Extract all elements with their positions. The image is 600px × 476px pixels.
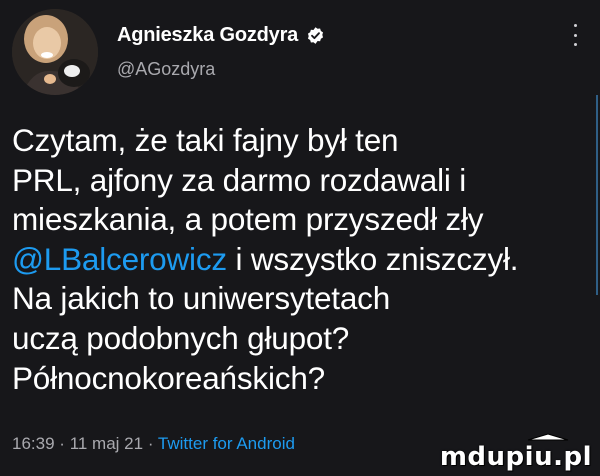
watermark-logo: mdupiu.pl: [439, 442, 592, 472]
author-display-name[interactable]: Agnieszka Gozdyra: [117, 24, 298, 47]
scrollbar[interactable]: [596, 95, 598, 295]
tweet-client-link[interactable]: Twitter for Android: [158, 434, 295, 453]
meta-separator: ·: [59, 434, 65, 453]
tweet-line: Północnokoreańskich?: [12, 359, 325, 396]
more-vertical-icon[interactable]: [572, 24, 578, 46]
avatar-photo: [12, 9, 98, 95]
tweet-line: mieszkania, a potem przyszedł zły: [12, 201, 484, 238]
tweet-date[interactable]: 11 maj 21: [70, 434, 143, 453]
tweet-line-text: i wszystko zniszczył.: [226, 240, 519, 277]
tweet-line: Na jakich to uniwersytetach: [12, 280, 391, 317]
author-handle[interactable]: @AGozdyra: [117, 59, 215, 80]
mention-link[interactable]: @LBalcerowicz: [12, 241, 227, 277]
avatar[interactable]: [12, 9, 98, 95]
meta-separator: ·: [147, 434, 154, 453]
tweet-text: Czytam, że taki fajny był ten PRL, ajfon…: [12, 121, 587, 398]
author-name-row: Agnieszka Gozdyra: [117, 24, 325, 47]
watermark-hat-icon: [527, 433, 569, 441]
tweet-metadata: 16:39 · 11 maj 21 · Twitter for Android: [12, 434, 295, 454]
verified-badge-icon: [306, 26, 325, 45]
tweet-line-with-mention: @LBalcerowicz i wszystko zniszczył.: [12, 240, 587, 280]
tweet-time[interactable]: 16:39: [12, 434, 55, 453]
tweet-line: Czytam, że taki fajny był ten: [12, 122, 399, 158]
tweet-line: PRL, ajfony za darmo rozdawali i: [12, 161, 467, 198]
tweet-line: uczą podobnych głupot?: [12, 319, 350, 356]
